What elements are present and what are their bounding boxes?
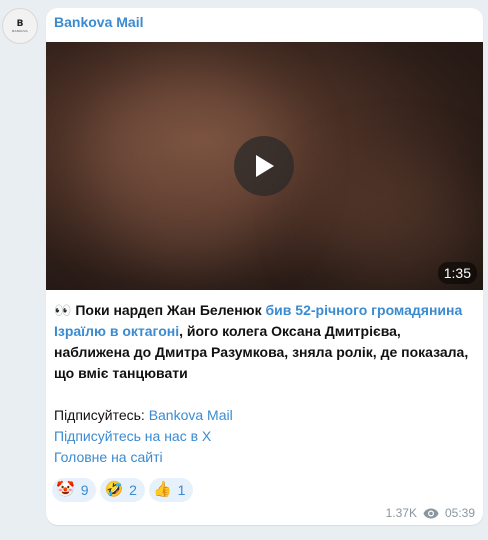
subscribe-line: Підписуйтесь: Bankova Mail	[54, 405, 474, 426]
video-duration: 1:35	[437, 262, 477, 284]
message-text: 👀 Поки нардеп Жан Беленюк бив 52-річного…	[54, 300, 474, 468]
eyes-emoji: 👀	[54, 302, 72, 318]
reaction-laugh[interactable]: 🤣 2	[100, 478, 145, 502]
message-meta: 1.37K 05:39	[386, 506, 475, 520]
reaction-thumbs-up[interactable]: 👍 1	[148, 478, 194, 502]
reaction-clown[interactable]: 🤡 9	[52, 478, 97, 502]
clown-emoji-icon: 🤡	[56, 481, 75, 498]
avatar-logo-letter: B	[16, 18, 24, 29]
subscribe-label: Підписуйтесь:	[54, 407, 149, 423]
view-count: 1.37K	[385, 506, 417, 520]
site-link[interactable]: Головне на сайті	[54, 449, 163, 465]
message-paragraph: 👀 Поки нардеп Жан Беленюк бив 52-річного…	[54, 300, 474, 384]
x-link[interactable]: Підписуйтесь на нас в X	[54, 428, 211, 444]
reaction-count: 2	[129, 482, 137, 498]
x-line: Підписуйтесь на нас в X	[54, 426, 474, 447]
play-button[interactable]	[234, 136, 294, 196]
avatar-logo-text: BANKOVA	[12, 28, 28, 33]
sender-name[interactable]: Bankova Mail	[54, 14, 143, 30]
laughing-emoji-icon: 🤣	[104, 481, 124, 498]
message-bubble: Bankova Mail 1:35 👀 Поки нардеп Жан Беле…	[46, 8, 483, 525]
subscribe-link[interactable]: Bankova Mail	[149, 407, 233, 423]
thumbs-up-emoji-icon: 👍	[152, 481, 172, 498]
play-icon	[256, 155, 274, 177]
eye-icon	[423, 508, 439, 518]
reaction-count: 1	[177, 482, 186, 498]
video-preview[interactable]: 1:35	[46, 42, 483, 290]
site-line: Головне на сайті	[54, 447, 474, 468]
channel-avatar[interactable]: B BANKOVA	[2, 8, 38, 44]
reaction-count: 9	[80, 482, 89, 498]
message-time: 05:39	[444, 506, 475, 520]
reactions-bar: 🤡 9 🤣 2 👍 1	[52, 478, 194, 502]
lead-text: Поки нардеп Жан Беленюк	[71, 302, 266, 318]
